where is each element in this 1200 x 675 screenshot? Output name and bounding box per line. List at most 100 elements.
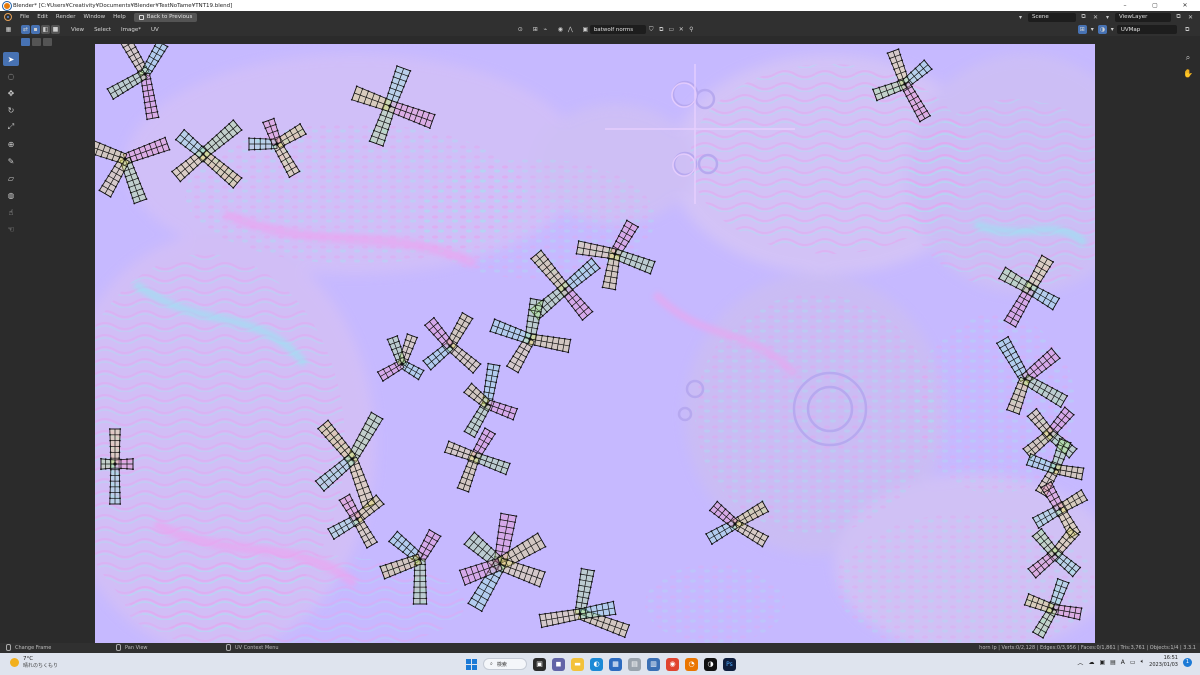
taskbar-apps: ⌕ 検索 ▣ ◼ ▬ ◐ ▦ ▤ ▥ ◉ ◔ ◑ Ps: [466, 656, 736, 672]
scene-icon[interactable]: ▾: [1016, 13, 1025, 21]
back-to-previous-button[interactable]: Back to Previous: [133, 12, 198, 22]
menu-view[interactable]: View: [66, 27, 89, 33]
pinch-tool-icon[interactable]: ☜: [3, 222, 19, 236]
image-new-icon[interactable]: ⧉: [657, 25, 666, 34]
scene-close-icon[interactable]: ✕: [1091, 13, 1100, 21]
face-select-mode-icon[interactable]: ■: [51, 25, 60, 34]
close-button[interactable]: ✕: [1170, 0, 1200, 11]
move-tool-icon[interactable]: ✥: [3, 86, 19, 100]
uv-image-canvas[interactable]: [95, 44, 1095, 643]
app-grid-icon[interactable]: ▤: [628, 657, 641, 671]
teams-chat-icon[interactable]: ◼: [552, 657, 565, 671]
normal-map-texture: [95, 44, 1095, 643]
back-icon: [138, 14, 144, 20]
image-shield-icon[interactable]: ⛉: [647, 25, 656, 34]
viewlayer-copy-icon[interactable]: ⧉: [1174, 13, 1183, 21]
ime-indicator-icon[interactable]: A: [1121, 659, 1125, 666]
image-unlink-icon[interactable]: ✕: [677, 25, 686, 34]
tray-chevron-icon[interactable]: ︿: [1077, 658, 1083, 667]
clock[interactable]: 16:51 2023/01/03: [1149, 655, 1178, 669]
pivot-point-icon[interactable]: ⊙: [516, 25, 525, 34]
task-view-icon[interactable]: ▣: [533, 657, 546, 671]
edge-browser-icon[interactable]: ◐: [590, 657, 603, 671]
display-channels-icon[interactable]: ⧉: [1183, 25, 1192, 34]
menu-edit[interactable]: Edit: [33, 14, 52, 20]
image-name-field[interactable]: batwolf norms: [589, 25, 646, 34]
blender-taskbar-icon[interactable]: ◔: [685, 657, 698, 671]
select-box-tool-icon[interactable]: ➤: [3, 52, 19, 66]
top-bar: File Edit Render Window Help Back to Pre…: [0, 11, 1200, 23]
uvmap-field[interactable]: UVMap: [1116, 25, 1177, 34]
gizmo-dropdown-icon[interactable]: ▾: [1088, 25, 1097, 34]
uv-sync-selection-icon[interactable]: ⇄: [21, 25, 30, 34]
blender-logo-icon[interactable]: [4, 13, 12, 21]
tool-shelf: ➤ ◌ ✥ ↻ ⤢ ⊕ ✎ ▱ ◍ ☝ ☜: [3, 52, 21, 239]
snap-target-icon[interactable]: ⌁: [541, 25, 550, 34]
gizmo-toggle-icon[interactable]: ⊞: [1077, 25, 1087, 34]
overlays-dropdown-icon[interactable]: ▾: [1108, 25, 1117, 34]
file-explorer-icon[interactable]: ▬: [571, 657, 584, 671]
menu-help[interactable]: Help: [109, 14, 130, 20]
scale-tool-icon[interactable]: ⤢: [3, 120, 19, 134]
mouse-left-icon: [6, 644, 11, 651]
uv-editor-area: ➤ ◌ ✥ ↻ ⤢ ⊕ ✎ ▱ ◍ ☝ ☜ ⌕ ✋: [0, 36, 1200, 643]
overlays-toggle-icon[interactable]: ◑: [1097, 25, 1107, 34]
menu-image[interactable]: Image*: [116, 27, 146, 33]
windows-start-icon[interactable]: [466, 658, 477, 670]
minimize-button[interactable]: –: [1110, 0, 1140, 11]
menu-render[interactable]: Render: [52, 14, 80, 20]
tray-app-icon[interactable]: ▣: [1099, 659, 1105, 666]
pin-icon[interactable]: ⚲: [687, 25, 696, 34]
cursor-tool-icon[interactable]: ◌: [3, 69, 19, 83]
uv-snapping-icon[interactable]: ⊞: [531, 25, 540, 34]
select-new-icon[interactable]: [21, 38, 30, 46]
edge-select-mode-icon[interactable]: ◧: [41, 25, 50, 34]
falloff-icon[interactable]: ⋀: [566, 25, 575, 34]
select-extend-icon[interactable]: [32, 38, 41, 46]
pan-hand-icon[interactable]: ✋: [1182, 67, 1194, 79]
weather-sun-icon: [10, 658, 19, 667]
store-icon[interactable]: ▦: [609, 657, 622, 671]
vertex-select-mode-icon[interactable]: ▪: [31, 25, 40, 34]
app-window-icon[interactable]: ▥: [647, 657, 660, 671]
volume-icon[interactable]: 🔈︎: [1141, 658, 1145, 666]
maximize-button[interactable]: ▢: [1140, 0, 1170, 11]
status-hint-pan-view: Pan View: [116, 644, 147, 651]
mouse-right-icon: [226, 644, 231, 651]
notification-badge[interactable]: 1: [1183, 657, 1192, 667]
photoshop-icon[interactable]: Ps: [723, 657, 736, 671]
viewlayer-icon[interactable]: ▾: [1103, 13, 1112, 21]
grab-sculpt-tool-icon[interactable]: ◍: [3, 188, 19, 202]
scene-copy-icon[interactable]: ⧉: [1079, 13, 1088, 21]
tray-app2-icon[interactable]: ▤: [1110, 659, 1116, 666]
blender-app-icon: [3, 1, 11, 10]
tray-cloud-icon[interactable]: ☁: [1088, 659, 1094, 666]
select-subtract-icon[interactable]: [43, 38, 52, 46]
viewlayer-field[interactable]: ViewLayer: [1115, 12, 1171, 22]
rotate-tool-icon[interactable]: ↻: [3, 103, 19, 117]
system-tray: ︿ ☁ ▣ ▤ A ▭ 🔈︎ 16:51 2023/01/03 1: [1077, 655, 1192, 669]
image-open-icon[interactable]: ▭: [667, 25, 676, 34]
annotate-tool-icon[interactable]: ✎: [3, 154, 19, 168]
display-icon[interactable]: ▭: [1130, 659, 1136, 666]
transform-tool-icon[interactable]: ⊕: [3, 137, 19, 151]
relax-tool-icon[interactable]: ☝: [3, 205, 19, 219]
zoom-icon[interactable]: ⌕: [1182, 52, 1194, 64]
weather-widget[interactable]: 7°C 晴れのちくもり: [10, 656, 58, 669]
selection-mode-buttons: [20, 38, 52, 46]
hint-change-frame-label: Change Frame: [15, 644, 52, 651]
viewlayer-close-icon[interactable]: ✕: [1186, 13, 1195, 21]
menu-window[interactable]: Window: [79, 14, 109, 20]
taskbar-search[interactable]: ⌕ 検索: [483, 658, 527, 670]
image-browse-icon[interactable]: ▣: [581, 25, 590, 34]
proportional-edit-icon[interactable]: ◉: [556, 25, 565, 34]
chrome-icon[interactable]: ◉: [666, 657, 679, 671]
clock-date: 2023/01/03: [1149, 662, 1178, 668]
circle-app-icon[interactable]: ◑: [704, 657, 717, 671]
menu-select[interactable]: Select: [89, 27, 116, 33]
scene-field[interactable]: Scene: [1028, 12, 1076, 22]
editor-type-icon[interactable]: ▦: [4, 25, 13, 34]
rip-tool-icon[interactable]: ▱: [3, 171, 19, 185]
menu-file[interactable]: File: [16, 14, 33, 20]
menu-uv[interactable]: UV: [146, 27, 164, 33]
